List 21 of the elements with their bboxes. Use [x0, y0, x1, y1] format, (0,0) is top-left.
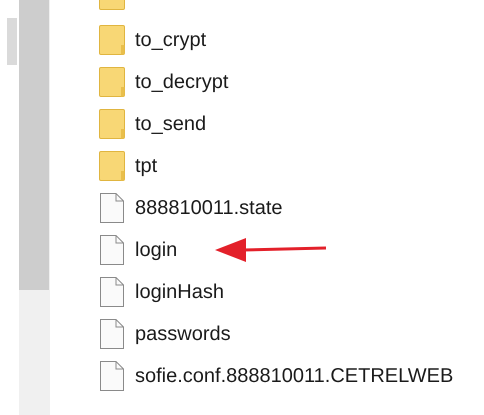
file-name[interactable]: login [135, 238, 178, 262]
file-name[interactable]: to_crypt [135, 28, 206, 52]
scrollbar-thumb[interactable] [7, 18, 17, 65]
file-icon [99, 319, 125, 349]
file-name[interactable]: passwords [135, 322, 231, 346]
file-icon [99, 193, 125, 223]
folder-icon [99, 151, 125, 181]
file-name[interactable]: to_decrypt [135, 70, 228, 94]
folder-icon [99, 109, 125, 139]
file-name[interactable]: to_send [135, 112, 206, 136]
file-name[interactable]: 888810011.state [135, 196, 283, 220]
scrollbar-thumb[interactable] [19, 0, 49, 290]
file-icon [99, 277, 125, 307]
folder-icon [99, 25, 125, 55]
folder-icon [99, 0, 125, 10]
file-name[interactable]: sofie.conf.888810011.CETRELWEB [135, 364, 454, 388]
folder-icon [99, 67, 125, 97]
file-icon [99, 235, 125, 265]
file-icon [99, 361, 125, 391]
file-name[interactable]: loginHash [135, 280, 224, 304]
file-name[interactable]: tpt [135, 154, 158, 178]
